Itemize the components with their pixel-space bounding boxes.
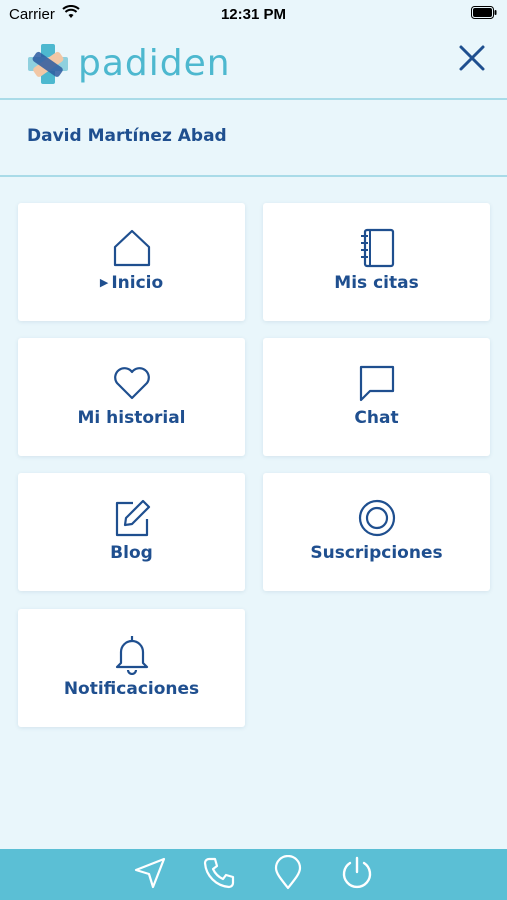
menu-label-inicio: ▶ Inicio — [18, 273, 245, 293]
close-icon[interactable] — [456, 42, 488, 74]
user-divider — [0, 175, 507, 177]
status-time: 12:31 PM — [220, 6, 287, 23]
menu-label-mi-historial: Mi historial — [77, 408, 186, 428]
menu-label-notificaciones: Notificaciones — [63, 679, 200, 699]
edit-icon — [115, 499, 150, 537]
bell-icon — [115, 636, 148, 675]
menu-label-suscripciones: Suscripciones — [310, 543, 443, 563]
user-name: David Martínez Abad — [27, 126, 227, 146]
cross-logo-icon — [28, 44, 68, 84]
menu-label-text: Inicio — [111, 273, 164, 293]
logo-text: padiden — [78, 43, 231, 84]
menu-tile-mi-historial[interactable]: Mi historial — [18, 338, 245, 456]
menu-tile-blog[interactable]: Blog — [18, 473, 245, 591]
chat-bubble-icon — [359, 365, 394, 402]
heart-icon — [113, 367, 150, 400]
notebook-icon — [360, 228, 394, 268]
power-icon[interactable] — [339, 855, 375, 891]
menu-label-mis-citas: Mis citas — [334, 273, 419, 293]
location-pin-icon[interactable] — [270, 855, 306, 891]
menu-tile-notificaciones[interactable]: Notificaciones — [18, 609, 245, 727]
menu-label-chat: Chat — [354, 408, 399, 428]
padiden-logo: padiden — [26, 42, 231, 86]
status-bar: Carrier 12:31 PM — [0, 0, 507, 28]
bottom-bar — [0, 849, 507, 900]
active-caret-icon: ▶ — [99, 276, 109, 289]
home-icon — [113, 229, 150, 267]
header-divider — [0, 98, 507, 100]
battery-icon — [471, 6, 497, 19]
header: padiden — [0, 28, 507, 99]
phone-icon[interactable] — [201, 855, 237, 891]
menu-tile-inicio[interactable]: ▶ Inicio — [18, 203, 245, 321]
navigation-icon[interactable] — [132, 855, 168, 891]
menu-tile-chat[interactable]: Chat — [263, 338, 490, 456]
disc-icon — [358, 499, 395, 537]
menu-tile-mis-citas[interactable]: Mis citas — [263, 203, 490, 321]
menu-label-blog: Blog — [110, 543, 153, 563]
menu-tile-suscripciones[interactable]: Suscripciones — [263, 473, 490, 591]
